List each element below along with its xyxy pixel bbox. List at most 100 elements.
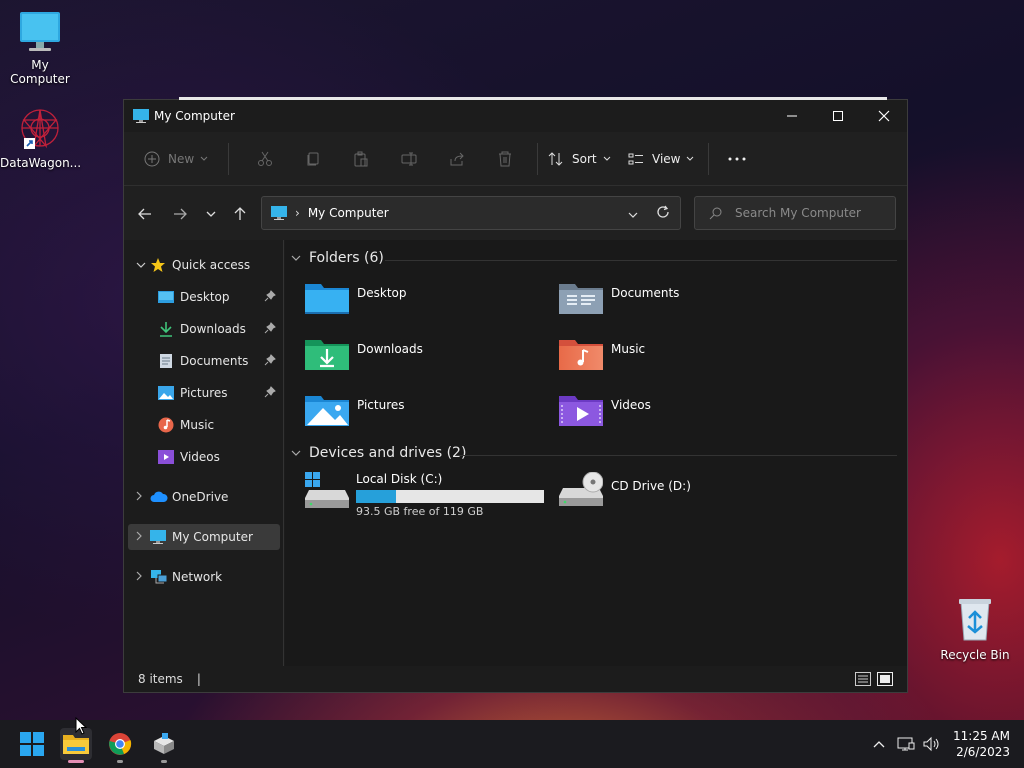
downloads-folder-icon bbox=[305, 340, 349, 370]
nav-label: Desktop bbox=[180, 290, 230, 304]
title-bar[interactable]: My Computer bbox=[124, 100, 907, 132]
sort-label: Sort bbox=[572, 151, 597, 166]
paste-icon bbox=[354, 151, 368, 166]
address-bar[interactable]: › My Computer bbox=[261, 196, 681, 230]
drive-usage-bar bbox=[356, 490, 544, 503]
mouse-cursor-icon bbox=[75, 717, 87, 735]
search-box[interactable]: Search My Computer bbox=[694, 196, 896, 230]
documents-folder-icon bbox=[559, 284, 603, 314]
nav-item-onedrive[interactable]: OneDrive bbox=[128, 484, 280, 510]
paste-button[interactable] bbox=[337, 143, 385, 175]
desktop-folder-icon bbox=[305, 284, 349, 314]
chevron-down-icon[interactable] bbox=[136, 260, 146, 271]
monitor-icon bbox=[150, 530, 166, 544]
taskbar-chrome[interactable] bbox=[104, 728, 136, 763]
rename-button[interactable] bbox=[385, 143, 433, 175]
drive-cd-d[interactable]: CD Drive (D:) bbox=[559, 472, 691, 510]
nav-item-network[interactable]: Network bbox=[128, 564, 280, 590]
share-button[interactable] bbox=[433, 143, 481, 175]
folder-label: Videos bbox=[611, 398, 651, 412]
pin-icon[interactable] bbox=[264, 353, 276, 369]
folder-music[interactable]: Music bbox=[559, 336, 645, 372]
chevron-right-icon[interactable] bbox=[136, 491, 142, 504]
recent-locations-button[interactable] bbox=[201, 204, 221, 224]
chrome-icon bbox=[109, 733, 132, 755]
refresh-button[interactable] bbox=[656, 205, 670, 222]
sort-button[interactable]: Sort bbox=[548, 143, 628, 175]
tiles-view-button[interactable] bbox=[877, 672, 893, 689]
folder-label: Downloads bbox=[357, 342, 423, 356]
chevron-up-icon bbox=[873, 741, 885, 748]
drives-group-header[interactable]: Devices and drives (2) bbox=[291, 445, 466, 461]
cut-button[interactable] bbox=[241, 143, 289, 175]
nav-item-my-computer[interactable]: My Computer bbox=[128, 524, 280, 550]
folder-documents[interactable]: Documents bbox=[559, 280, 679, 316]
folder-videos[interactable]: Videos bbox=[559, 392, 651, 428]
pin-icon[interactable] bbox=[264, 385, 276, 401]
refresh-icon bbox=[657, 205, 669, 218]
maximize-button[interactable] bbox=[815, 100, 861, 132]
back-button[interactable] bbox=[135, 204, 155, 224]
search-icon bbox=[709, 207, 722, 220]
chevron-right-icon[interactable] bbox=[136, 531, 142, 544]
more-button[interactable] bbox=[721, 143, 753, 175]
search-input[interactable]: Search My Computer bbox=[735, 206, 861, 220]
minimize-button[interactable] bbox=[769, 100, 815, 132]
network-icon bbox=[897, 737, 915, 751]
network-status-button[interactable] bbox=[893, 736, 919, 752]
start-button[interactable] bbox=[16, 728, 48, 760]
scissors-icon bbox=[258, 151, 272, 166]
pin-icon[interactable] bbox=[264, 289, 276, 305]
nav-item-videos[interactable]: Videos bbox=[128, 444, 280, 470]
view-button[interactable]: View bbox=[628, 143, 708, 175]
nav-item-music[interactable]: Music bbox=[128, 412, 280, 438]
rename-icon bbox=[401, 152, 417, 165]
taskbar: 11:25 AM 2/6/2023 bbox=[0, 720, 1024, 768]
drive-free-space: 93.5 GB free of 119 GB bbox=[356, 505, 484, 518]
delete-button[interactable] bbox=[481, 143, 529, 175]
nav-item-downloads[interactable]: Downloads bbox=[128, 316, 280, 342]
command-bar: New Sort View bbox=[124, 132, 907, 186]
arrow-up-icon bbox=[234, 207, 246, 220]
details-view-button[interactable] bbox=[855, 672, 871, 689]
address-dropdown-button[interactable] bbox=[628, 207, 638, 221]
new-button[interactable]: New bbox=[144, 143, 220, 175]
nav-label: Downloads bbox=[180, 322, 246, 336]
item-count: 8 items bbox=[138, 672, 183, 686]
pin-icon[interactable] bbox=[264, 321, 276, 337]
desktop-icon-recycle-bin[interactable]: Recycle Bin bbox=[935, 596, 1015, 662]
drive-label: Local Disk (C:) bbox=[356, 472, 443, 486]
folder-pictures[interactable]: Pictures bbox=[305, 392, 405, 428]
desktop-icon-my-computer[interactable]: My Computer bbox=[0, 10, 80, 86]
arrow-left-icon bbox=[138, 208, 151, 220]
tiles-view-icon bbox=[877, 672, 893, 686]
folder-downloads[interactable]: Downloads bbox=[305, 336, 423, 372]
nav-item-documents[interactable]: Documents bbox=[128, 348, 280, 374]
nav-label: Quick access bbox=[172, 258, 251, 272]
folder-label: Documents bbox=[611, 286, 680, 300]
up-button[interactable] bbox=[230, 204, 250, 224]
folder-label: Desktop bbox=[357, 286, 407, 300]
folders-group-header[interactable]: Folders (6) bbox=[291, 250, 384, 266]
show-hidden-icons-button[interactable] bbox=[865, 740, 893, 748]
content-pane: Folders (6) Desktop Documents Downloads … bbox=[285, 240, 907, 666]
folder-desktop[interactable]: Desktop bbox=[305, 280, 407, 316]
divider bbox=[708, 142, 709, 175]
drive-local-disk-c[interactable]: Local Disk (C:) 93.5 GB free of 119 GB bbox=[305, 472, 544, 518]
forward-button[interactable] bbox=[170, 204, 190, 224]
chevron-down-icon bbox=[687, 156, 694, 161]
close-button[interactable] bbox=[861, 100, 907, 132]
taskbar-installer[interactable] bbox=[148, 728, 180, 763]
videos-folder-icon bbox=[559, 396, 603, 426]
chevron-right-icon[interactable] bbox=[136, 571, 142, 584]
share-icon bbox=[450, 152, 464, 165]
nav-item-pictures[interactable]: Pictures bbox=[128, 380, 280, 406]
nav-item-desktop[interactable]: Desktop bbox=[128, 284, 280, 310]
window-title: My Computer bbox=[154, 109, 235, 123]
volume-button[interactable] bbox=[919, 736, 945, 752]
breadcrumb-my-computer[interactable]: My Computer bbox=[308, 206, 389, 220]
desktop-icon-datawagon[interactable]: DataWagon... bbox=[0, 106, 81, 170]
nav-quick-access[interactable]: Quick access bbox=[128, 252, 280, 278]
copy-button[interactable] bbox=[289, 143, 337, 175]
clock[interactable]: 11:25 AM 2/6/2023 bbox=[953, 728, 1010, 760]
